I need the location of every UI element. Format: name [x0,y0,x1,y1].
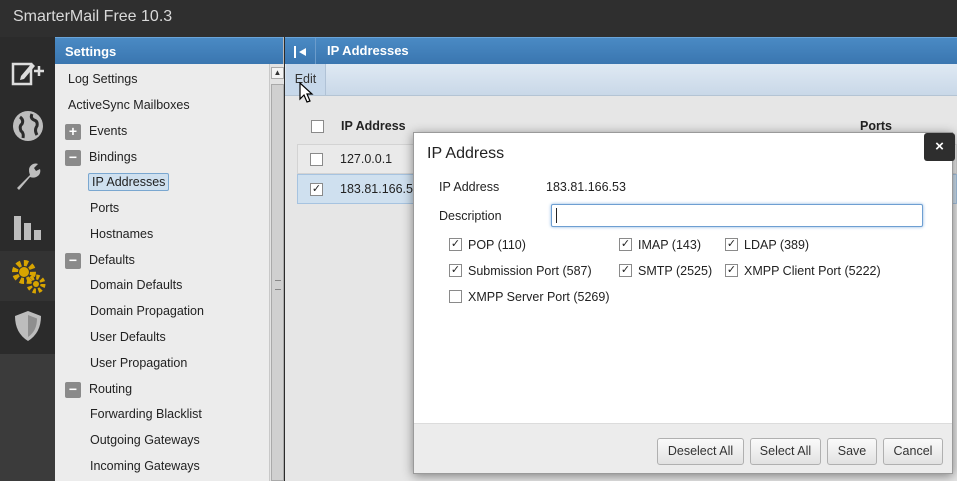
ip-address-label: IP Address [439,180,500,194]
title-bar: SmarterMail Free 10.3 [0,0,957,37]
row-ip: 127.0.0.1 [340,152,393,166]
ip-address-dialog: IP Address × IP Address 183.81.166.53 De… [413,132,955,474]
tree-item-bindings[interactable]: − Bindings [65,147,137,167]
dialog-title: IP Address [427,145,505,162]
save-button[interactable]: Save [827,438,877,465]
collapse-icon[interactable]: − [65,381,81,398]
mouse-cursor-icon [299,82,314,103]
port-checkbox[interactable] [449,290,462,304]
description-label: Description [439,209,502,223]
port-option-pop[interactable]: ✓ POP (110) [449,237,526,253]
tree-item-ports[interactable]: Ports [90,198,119,218]
reports-icon[interactable] [0,201,55,251]
port-option-imap[interactable]: ✓ IMAP (143) [619,237,701,253]
wrench-icon[interactable] [0,151,55,201]
tree-item-domain-defaults[interactable]: Domain Defaults [90,275,182,295]
scroll-up-arrow-icon[interactable]: ▲ [271,67,284,79]
tree-item-events[interactable]: + Events [65,121,127,141]
expand-icon[interactable]: + [65,123,81,140]
port-checkbox[interactable]: ✓ [449,238,462,252]
dialog-footer: Deselect All Select All Save Cancel [414,423,952,473]
app-title: SmarterMail Free 10.3 [13,8,173,25]
row-checkbox[interactable]: ✓ [310,183,323,196]
close-icon[interactable]: × [924,133,955,161]
port-checkbox[interactable]: ✓ [725,238,738,252]
port-checkbox[interactable]: ✓ [619,264,632,278]
scroll-thumb[interactable] [271,84,284,481]
tree-item-defaults[interactable]: − Defaults [65,250,135,270]
text-caret [556,208,557,223]
page-title: IP Addresses [327,43,409,58]
port-checkbox[interactable]: ✓ [449,264,462,278]
icon-sidebar [0,37,55,481]
port-option-xmpp-client[interactable]: ✓ XMPP Client Port (5222) [725,263,881,279]
row-ip: 183.81.166.5 [340,182,413,196]
column-header-ip[interactable]: IP Address [341,111,406,141]
port-option-xmpp-server[interactable]: XMPP Server Port (5269) [449,289,610,305]
description-input[interactable] [551,204,923,227]
collapse-left-icon [294,45,306,58]
tree-item-user-defaults[interactable]: User Defaults [90,327,166,347]
port-checkbox[interactable]: ✓ [725,264,738,278]
port-option-smtp[interactable]: ✓ SMTP (2525) [619,263,712,279]
tree-item-ip-addresses[interactable]: IP Addresses [88,172,170,192]
port-checkbox[interactable]: ✓ [619,238,632,252]
tree-item-log-settings[interactable]: Log Settings [68,69,138,89]
collapse-icon[interactable]: − [65,149,81,166]
settings-panel: Settings Log Settings ActiveSync Mailbox… [55,37,284,481]
select-all-button[interactable]: Select All [750,438,821,465]
tree-item-user-propagation[interactable]: User Propagation [90,353,187,373]
tree-item-hostnames[interactable]: Hostnames [90,224,153,244]
tree-item-outgoing-gateways[interactable]: Outgoing Gateways [90,430,200,450]
toolbar: Edit [285,64,957,96]
settings-tree: Log Settings ActiveSync Mailboxes + Event… [55,64,269,481]
ip-address-value: 183.81.166.53 [546,180,626,194]
row-checkbox[interactable] [310,153,323,166]
collapse-panel-button[interactable] [285,38,316,65]
settings-gears-icon[interactable] [0,251,55,301]
tree-item-forwarding-blacklist[interactable]: Forwarding Blacklist [90,404,202,424]
shield-icon[interactable] [0,301,55,351]
tree-item-incoming-gateways[interactable]: Incoming Gateways [90,456,200,476]
port-option-ldap[interactable]: ✓ LDAP (389) [725,237,809,253]
settings-scrollbar[interactable]: ▲ [269,64,284,481]
collapse-icon[interactable]: − [65,252,81,269]
globe-icon[interactable] [0,101,55,151]
main-header: IP Addresses [285,37,957,65]
select-all-checkbox[interactable] [311,120,324,133]
tree-item-activesync-mailboxes[interactable]: ActiveSync Mailboxes [68,95,190,115]
tree-item-routing[interactable]: − Routing [65,379,132,399]
settings-panel-title: Settings [55,37,283,64]
compose-icon[interactable] [0,49,55,99]
deselect-all-button[interactable]: Deselect All [657,438,744,465]
port-option-submission[interactable]: ✓ Submission Port (587) [449,263,592,279]
cancel-button[interactable]: Cancel [883,438,943,465]
tree-item-domain-propagation[interactable]: Domain Propagation [90,301,204,321]
